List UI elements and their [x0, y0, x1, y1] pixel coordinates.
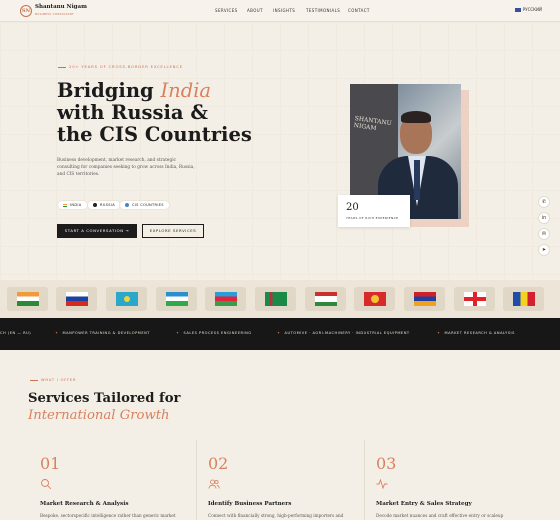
chip-india-label: INDIA: [70, 203, 82, 207]
ticker-item: ✦ MANPOWER TRAINING & DEVELOPMENT: [55, 331, 150, 335]
flag-card-armenia: [404, 287, 445, 311]
stat-label: YEARS OF RICH EXPERIENCE: [346, 216, 399, 220]
card-divider: [364, 440, 365, 520]
flag-card-kazakhstan: [106, 287, 147, 311]
nav-services[interactable]: SERVICES: [215, 8, 238, 13]
hero-eyebrow: 20+ YEARS OF CROSS-BORDER EXCELLENCE: [58, 64, 183, 69]
star-icon: ✦: [277, 331, 281, 335]
chip-cis: CIS COUNTRIES: [119, 200, 170, 210]
users-icon: [208, 479, 220, 489]
service-title[interactable]: Market Research & Analysis: [40, 501, 128, 507]
service-text: Bespoke, sectorspecific intelligence rat…: [40, 513, 176, 518]
flag-card-india: [7, 287, 48, 311]
nav-contact[interactable]: CONTACT: [348, 8, 370, 13]
hero-title-line2: with Russia &: [57, 101, 208, 124]
stat-number: 20: [346, 202, 359, 213]
moldova-flag-icon: [513, 292, 535, 306]
flag-card-moldova: [503, 287, 544, 311]
start-conversation-button[interactable]: START A CONVERSATION →: [57, 224, 137, 238]
services-eyebrow: WHAT I OFFER: [30, 378, 76, 382]
service-number: 02: [208, 454, 229, 473]
ticker-text: CH (EN — RU): [0, 331, 32, 335]
logo-tagline: BUSINESS CONSULTANT: [35, 12, 75, 16]
email-icon[interactable]: ✉: [538, 228, 550, 240]
russia-flag-icon: [66, 292, 88, 306]
kyrgyzstan-flag-icon: [364, 292, 386, 306]
georgia-flag-icon: [464, 292, 486, 306]
nav-about[interactable]: ABOUT: [247, 8, 263, 13]
logo-name[interactable]: Shantanu Nigam: [35, 4, 87, 10]
tajikistan-flag-icon: [315, 292, 337, 306]
whatsapp-icon[interactable]: ✆: [538, 196, 550, 208]
chip-russia: RUSSIA: [87, 200, 122, 210]
language-label: РУССКИЙ: [522, 7, 542, 12]
linkedin-icon[interactable]: in: [538, 212, 550, 224]
flag-card-turkmenistan: [255, 287, 296, 311]
star-icon: ✦: [176, 331, 180, 335]
service-number: 03: [376, 454, 397, 473]
chip-cis-label: CIS COUNTRIES: [132, 203, 164, 207]
search-icon: [41, 479, 52, 490]
hero-title-pre: Bridging: [57, 79, 161, 102]
uzbekistan-flag-icon: [166, 292, 188, 306]
flag-card-tajikistan: [305, 287, 346, 311]
flag-card-georgia: [454, 287, 495, 311]
logo-mark[interactable]: SN: [20, 5, 32, 17]
service-title[interactable]: Identify Business Partners: [208, 501, 291, 507]
flag-card-uzbekistan: [156, 287, 197, 311]
flag-card-azerbaijan: [205, 287, 246, 311]
chip-india: INDIA: [57, 200, 88, 210]
photo-hair: [401, 111, 431, 123]
hero-title: Bridging India with Russia & the CIS Cou…: [57, 80, 307, 146]
hero-title-line3: the CIS Countries: [57, 123, 252, 146]
services-title-accent: International Growth: [28, 408, 170, 423]
photo-tie: [414, 160, 420, 200]
ticker-item: ✦ MARKET RESEARCH & ANALYSIS: [437, 331, 515, 335]
globe-icon: [125, 203, 129, 207]
heart-icon: [93, 203, 97, 207]
ticker-item: ✦ AUTOMIVE · AGRI-MACHINERY · INDUSTRIAL …: [277, 331, 410, 335]
ticker-text: MARKET RESEARCH & ANALYSIS: [444, 331, 515, 335]
ticker-item: ✦ SALES PROCESS ENGINEERING: [176, 331, 252, 335]
services-ticker: CH (EN — RU) ✦ MANPOWER TRAINING & DEVELO…: [0, 318, 560, 350]
azerbaijan-flag-icon: [215, 292, 237, 306]
flag-card-kyrgyzstan: [354, 287, 395, 311]
service-text: Connect with financially strong, high-pe…: [208, 513, 344, 518]
hero-grid-background: [0, 22, 560, 280]
nav-testimonials[interactable]: TESTIMONIALS: [306, 8, 340, 13]
kazakhstan-flag-icon: [116, 292, 138, 306]
activity-icon: [376, 478, 388, 490]
send-icon[interactable]: ➤: [538, 244, 550, 256]
hero-lead: Business development, market research, a…: [57, 158, 195, 177]
service-number: 01: [40, 454, 61, 473]
hero-title-accent: India: [160, 79, 212, 102]
card-divider: [196, 440, 197, 520]
services-title-line1: Services Tailored for: [28, 391, 181, 406]
ticker-item: CH (EN — RU): [0, 331, 31, 335]
turkmenistan-flag-icon: [265, 292, 287, 306]
nav-insights[interactable]: INSIGHTS: [273, 8, 295, 13]
russia-flag-icon: [514, 8, 521, 12]
photo-wall-text: SHANTANU NIGAM: [353, 115, 393, 133]
flag-card-russia: [56, 287, 97, 311]
india-flag-icon: [63, 203, 67, 207]
language-switcher[interactable]: РУССКИЙ: [514, 7, 542, 12]
ticker-text: AUTOMIVE · AGRI-MACHINERY · INDUSTRIAL E…: [284, 331, 410, 335]
ticker-text: MANPOWER TRAINING & DEVELOPMENT: [62, 331, 150, 335]
explore-services-button[interactable]: EXPLORE SERVICES: [142, 224, 204, 238]
service-text: Decode market nuances and craft effectiv…: [376, 513, 504, 518]
service-title[interactable]: Market Entry & Sales Strategy: [376, 501, 472, 507]
services-title: Services Tailored for International Grow…: [28, 390, 180, 424]
experience-stat-card: 20 YEARS OF RICH EXPERIENCE: [338, 195, 410, 227]
ticker-text: SALES PROCESS ENGINEERING: [183, 331, 252, 335]
armenia-flag-icon: [414, 292, 436, 306]
star-icon: ✦: [55, 331, 59, 335]
chip-russia-label: RUSSIA: [100, 203, 116, 207]
star-icon: ✦: [437, 331, 441, 335]
top-nav: SN Shantanu Nigam BUSINESS CONSULTANT SE…: [0, 0, 560, 22]
india-flag-icon: [17, 292, 39, 306]
flags-strip: [0, 280, 560, 318]
